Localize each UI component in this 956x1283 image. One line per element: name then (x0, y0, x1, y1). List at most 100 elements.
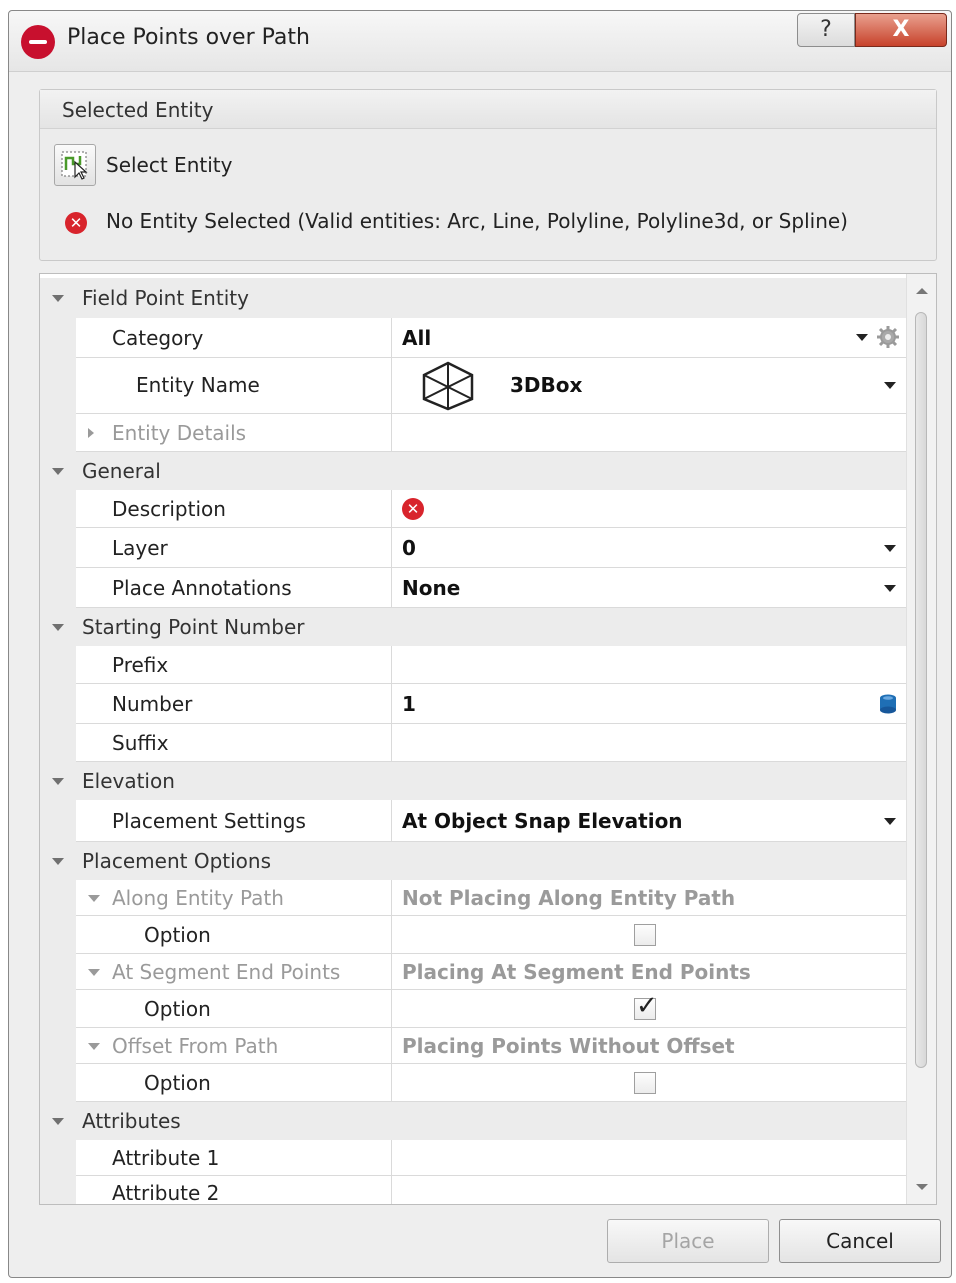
window-title: Place Points over Path (67, 25, 310, 50)
selected-entity-header-label: Selected Entity (62, 98, 214, 122)
property-name: Place Annotations (112, 576, 292, 600)
place-button[interactable]: Place (607, 1219, 769, 1263)
property-name: Number (112, 692, 193, 716)
property-row-entity-name[interactable]: Entity Name 3DBox (40, 358, 906, 414)
cancel-button[interactable]: Cancel (779, 1219, 941, 1263)
dropdown-arrow-icon[interactable] (884, 545, 896, 552)
along-entity-path-value: Not Placing Along Entity Path (402, 886, 736, 910)
dropdown-arrow-icon[interactable] (884, 585, 896, 592)
property-name: Along Entity Path (112, 886, 284, 910)
select-entity-button[interactable] (54, 144, 96, 186)
property-row-description[interactable]: Description ✕ (40, 490, 906, 528)
placement-settings-value[interactable]: At Object Snap Elevation (402, 809, 683, 833)
at-segment-end-points-checkbox[interactable] (634, 991, 658, 1021)
collapse-chevron-icon[interactable] (52, 624, 64, 631)
property-row-suffix[interactable]: Suffix (40, 724, 906, 762)
property-name: At Segment End Points (112, 960, 341, 984)
property-row-entity-details[interactable]: Entity Details (40, 414, 906, 452)
scroll-down-icon[interactable] (916, 1184, 928, 1190)
property-row-layer[interactable]: Layer 0 (40, 528, 906, 568)
title-bar: Place Points over Path ? X (9, 11, 951, 72)
property-name: Layer (112, 536, 168, 560)
property-name: Offset From Path (112, 1034, 279, 1058)
property-row-at-segment-end-points[interactable]: At Segment End Points Placing At Segment… (40, 954, 906, 990)
property-name: Category (112, 326, 204, 350)
category-general[interactable]: General (40, 452, 906, 490)
gear-icon[interactable] (876, 325, 900, 349)
collapse-chevron-icon[interactable] (88, 895, 100, 902)
property-row-offset-from-path-option[interactable]: Option (40, 1064, 906, 1102)
number-value[interactable]: 1 (402, 692, 416, 716)
category-label: Field Point Entity (82, 286, 249, 310)
property-row-place-annotations[interactable]: Place Annotations None (40, 568, 906, 608)
property-row-attribute-1[interactable]: Attribute 1 (40, 1140, 906, 1176)
property-row-at-segment-end-points-option[interactable]: Option (40, 990, 906, 1028)
collapse-chevron-icon[interactable] (88, 969, 100, 976)
property-row-number[interactable]: Number 1 (40, 684, 906, 724)
collapse-chevron-icon[interactable] (52, 858, 64, 865)
property-row-along-entity-path-option[interactable]: Option (40, 916, 906, 954)
category-label: Placement Options (82, 849, 272, 873)
collapse-chevron-icon[interactable] (52, 468, 64, 475)
along-entity-path-checkbox[interactable] (634, 924, 656, 946)
expand-chevron-icon[interactable] (88, 428, 94, 438)
category-starting-point-number[interactable]: Starting Point Number (40, 608, 906, 646)
property-name: Entity Details (112, 421, 247, 445)
category-attributes[interactable]: Attributes (40, 1102, 906, 1140)
property-row-placement-settings[interactable]: Placement Settings At Object Snap Elevat… (40, 800, 906, 842)
select-entity-icon (61, 151, 88, 180)
property-row-offset-from-path[interactable]: Offset From Path Placing Points Without … (40, 1028, 906, 1064)
category-label: Starting Point Number (82, 615, 305, 639)
category-elevation[interactable]: Elevation (40, 762, 906, 800)
category-label: General (82, 459, 161, 483)
error-icon: ✕ (402, 498, 424, 520)
property-name: Option (144, 1071, 211, 1095)
layer-value[interactable]: 0 (402, 536, 416, 560)
collapse-chevron-icon[interactable] (52, 778, 64, 785)
property-name: Option (144, 997, 211, 1021)
dropdown-arrow-icon[interactable] (856, 334, 868, 341)
property-row-prefix[interactable]: Prefix (40, 646, 906, 684)
category-placement-options[interactable]: Placement Options (40, 842, 906, 880)
property-name: Attribute 1 (112, 1146, 220, 1170)
property-row-along-entity-path[interactable]: Along Entity Path Not Placing Along Enti… (40, 880, 906, 916)
dropdown-arrow-icon[interactable] (884, 382, 896, 389)
3d-box-icon (422, 361, 474, 411)
scroll-up-icon[interactable] (916, 288, 928, 294)
property-name: Entity Name (136, 373, 260, 397)
property-name: Attribute 2 (112, 1181, 220, 1205)
scrollbar-thumb[interactable] (915, 312, 927, 1068)
property-row-attribute-2[interactable]: Attribute 2 (40, 1176, 906, 1205)
error-icon: ✕ (65, 212, 87, 234)
property-grid: Field Point Entity Category All Entity N… (39, 273, 937, 1205)
offset-from-path-value: Placing Points Without Offset (402, 1034, 735, 1058)
select-entity-label[interactable]: Select Entity (106, 153, 232, 177)
property-name: Option (144, 923, 211, 947)
number-manager-icon[interactable] (876, 692, 900, 716)
close-button[interactable]: X (855, 13, 947, 47)
dropdown-arrow-icon[interactable] (884, 818, 896, 825)
no-entity-error-text: No Entity Selected (Valid entities: Arc,… (106, 209, 848, 233)
dialog-window: Place Points over Path ? X Selected Enti… (8, 10, 952, 1278)
category-field-point-entity[interactable]: Field Point Entity (40, 278, 906, 318)
category-label: Elevation (82, 769, 175, 793)
at-segment-end-points-value: Placing At Segment End Points (402, 960, 751, 984)
property-name: Placement Settings (112, 809, 306, 833)
category-label: Attributes (82, 1109, 181, 1133)
property-row-category[interactable]: Category All (40, 318, 906, 358)
vertical-scrollbar[interactable] (906, 274, 936, 1204)
selected-entity-panel: Selected Entity Select Entity ✕ No Entit… (39, 89, 937, 261)
property-name: Prefix (112, 653, 169, 677)
collapse-chevron-icon[interactable] (52, 1118, 64, 1125)
entity-name-value[interactable]: 3DBox (510, 373, 582, 397)
offset-from-path-checkbox[interactable] (634, 1072, 656, 1094)
category-value[interactable]: All (402, 326, 431, 350)
collapse-chevron-icon[interactable] (52, 295, 64, 302)
selected-entity-header: Selected Entity (40, 90, 936, 129)
property-name: Description (112, 497, 226, 521)
collapse-chevron-icon[interactable] (88, 1043, 100, 1050)
property-name: Suffix (112, 731, 169, 755)
app-logo-icon (21, 25, 55, 59)
help-button[interactable]: ? (797, 13, 855, 47)
place-annotations-value[interactable]: None (402, 576, 460, 600)
